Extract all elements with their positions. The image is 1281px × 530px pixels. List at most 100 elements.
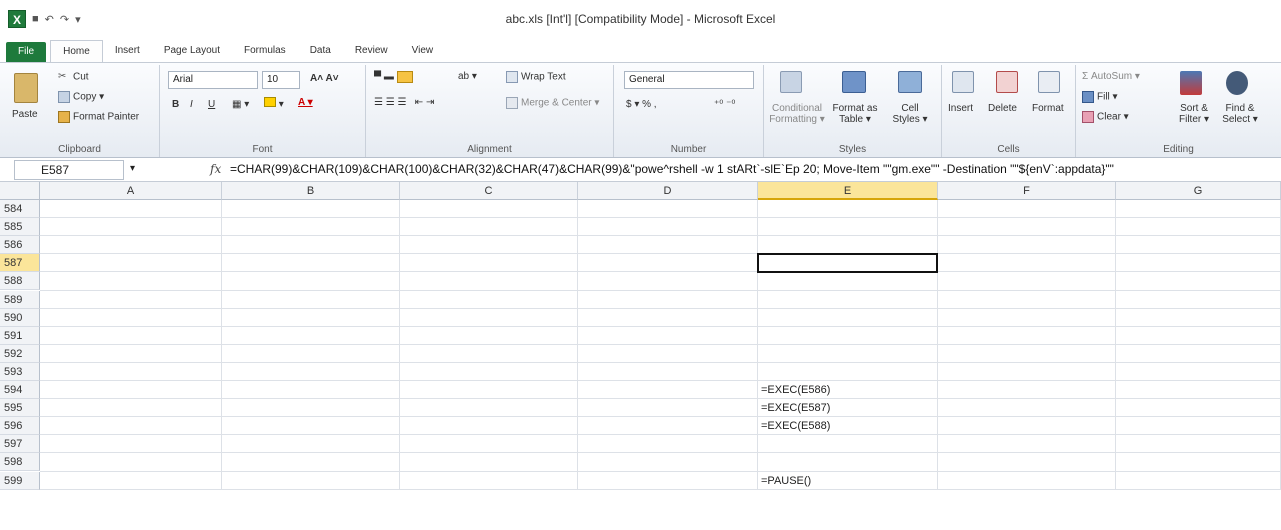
fill-button[interactable]: Fill ▾ xyxy=(1082,91,1118,103)
spreadsheet-grid[interactable]: A B C D E F G 584 585 586 587 588 589 590 591 592 593 594… xyxy=(0,182,1281,530)
fill-down-icon xyxy=(1082,91,1094,103)
ribbon: Paste ✂ Cut Copy ▾ Format Painter Clipboa… xyxy=(0,62,1281,158)
row-header-584[interactable]: 584 xyxy=(0,200,40,218)
group-styles: Conditional Formatting ▾ Format as Table… xyxy=(764,65,942,157)
group-alignment: ▀ ▬ ab ▾ Wrap Text ☰ ☰ ☰ ⇤ ⇥ Merge & Cen… xyxy=(366,65,614,157)
decimal-buttons[interactable]: ⁺⁰ ⁻⁰ xyxy=(714,99,735,110)
row-header-597[interactable]: 597 xyxy=(0,435,40,454)
underline-button[interactable]: U xyxy=(208,99,215,110)
bold-button[interactable]: B xyxy=(172,99,179,110)
row-header-587[interactable]: 587 xyxy=(0,254,40,273)
name-box[interactable]: E587 xyxy=(14,160,124,180)
row-header-598[interactable]: 598 xyxy=(0,453,40,472)
grow-font-icon[interactable]: A˄ A˅ xyxy=(310,73,339,84)
editing-group-label: Editing xyxy=(1163,144,1194,155)
select-all-corner[interactable] xyxy=(0,182,40,200)
row-header-593[interactable]: 593 xyxy=(0,362,40,381)
tab-home[interactable]: Home xyxy=(50,40,103,62)
number-format-combo[interactable]: General xyxy=(624,71,754,89)
paste-icon[interactable] xyxy=(14,73,38,103)
gridline-horizontal xyxy=(40,271,1281,273)
row-header-595[interactable]: 595 xyxy=(0,399,40,418)
tab-page-layout[interactable]: Page Layout xyxy=(152,40,232,62)
column-header-g[interactable]: G xyxy=(1116,182,1281,200)
column-header-e[interactable]: E xyxy=(758,182,938,200)
cell-e594[interactable]: =EXEC(E586) xyxy=(758,381,938,399)
conditional-formatting-icon[interactable] xyxy=(780,71,802,93)
clear-button[interactable]: Clear ▾ xyxy=(1082,111,1129,123)
delete-button[interactable]: Delete xyxy=(988,103,1017,114)
tab-view[interactable]: View xyxy=(400,40,446,62)
delete-cells-icon[interactable] xyxy=(996,71,1018,93)
row-header-592[interactable]: 592 xyxy=(0,344,40,363)
tab-insert[interactable]: Insert xyxy=(103,40,152,62)
gridline-horizontal xyxy=(40,380,1281,381)
wrap-text-button[interactable]: Wrap Text xyxy=(506,71,566,83)
format-as-table-button[interactable]: Format as Table ▾ xyxy=(828,103,882,125)
tab-file[interactable]: File xyxy=(6,42,47,62)
tab-review[interactable]: Review xyxy=(343,40,400,62)
format-painter-button[interactable]: Format Painter xyxy=(58,111,139,123)
orientation-icon[interactable]: ab ▾ xyxy=(458,71,477,82)
align-top-icon[interactable]: ▀ ▬ xyxy=(374,71,413,83)
format-cells-icon[interactable] xyxy=(1038,71,1060,93)
clipboard-group-label: Clipboard xyxy=(58,144,101,155)
column-header-b[interactable]: B xyxy=(222,182,400,200)
autosum-button[interactable]: Σ AutoSum ▾ xyxy=(1082,71,1140,82)
currency-button[interactable]: $ ▾ % , xyxy=(626,99,657,110)
tab-formulas[interactable]: Formulas xyxy=(232,40,298,62)
row-header-591[interactable]: 591 xyxy=(0,326,40,345)
format-button[interactable]: Format xyxy=(1032,103,1064,114)
row-header-594[interactable]: 594 xyxy=(0,381,40,399)
column-header-d[interactable]: D xyxy=(578,182,758,200)
find-select-icon[interactable] xyxy=(1226,71,1248,95)
font-color-icon[interactable]: A ▾ xyxy=(298,97,313,108)
number-group-label: Number xyxy=(670,144,707,155)
insert-function-icon[interactable]: fx xyxy=(210,162,221,176)
fill-label: Fill ▾ xyxy=(1097,91,1118,103)
row-header-589[interactable]: 589 xyxy=(0,290,40,309)
cell-styles-button[interactable]: Cell Styles ▾ xyxy=(884,103,936,125)
active-cell-selection[interactable] xyxy=(757,253,938,274)
row-header-586[interactable]: 586 xyxy=(0,236,40,255)
column-header-a[interactable]: A xyxy=(40,182,222,200)
cell-e595[interactable]: =EXEC(E587) xyxy=(758,399,938,417)
fill-color-icon[interactable]: ▾ xyxy=(264,97,284,110)
sort-filter-icon[interactable] xyxy=(1180,71,1202,95)
row-header-599[interactable]: 599 xyxy=(0,471,40,490)
insert-button[interactable]: Insert xyxy=(948,103,973,114)
find-select-button[interactable]: Find & Select ▾ xyxy=(1218,103,1262,125)
row-header-585[interactable]: 585 xyxy=(0,218,40,237)
column-header-c[interactable]: C xyxy=(400,182,578,200)
align-text-icons[interactable]: ☰ ☰ ☰ ⇤ ⇥ xyxy=(374,97,434,108)
format-as-table-icon[interactable] xyxy=(842,71,866,93)
row-header-596[interactable]: 596 xyxy=(0,417,40,436)
gridline-horizontal xyxy=(40,361,1281,363)
eraser-icon xyxy=(1082,111,1094,123)
italic-button[interactable]: I xyxy=(190,99,193,110)
conditional-formatting-button[interactable]: Conditional Formatting ▾ xyxy=(768,103,826,125)
merge-center-button[interactable]: Merge & Center ▾ xyxy=(506,97,599,109)
formula-input[interactable]: =CHAR(99)&CHAR(109)&CHAR(100)&CHAR(32)&C… xyxy=(230,162,1280,176)
cell-styles-icon[interactable] xyxy=(898,71,922,93)
cut-label: Cut xyxy=(73,71,89,83)
name-box-dropdown-icon[interactable]: ▾ xyxy=(130,163,135,174)
font-name-combo[interactable]: Arial xyxy=(168,71,258,89)
cut-button[interactable]: ✂ Cut xyxy=(58,71,89,83)
cell-e599[interactable]: =PAUSE() xyxy=(758,472,938,490)
gridline-horizontal xyxy=(40,488,1281,490)
row-header-590[interactable]: 590 xyxy=(0,308,40,327)
sort-filter-button[interactable]: Sort & Filter ▾ xyxy=(1172,103,1216,125)
column-header-f[interactable]: F xyxy=(938,182,1116,200)
insert-cells-icon[interactable] xyxy=(952,71,974,93)
title-bar: X ■ ↶ ↷ ▾ abc.xls [Int'l] [Compatibility… xyxy=(0,0,1281,38)
row-header-588[interactable]: 588 xyxy=(0,272,40,291)
tab-data[interactable]: Data xyxy=(298,40,343,62)
font-size-combo[interactable]: 10 xyxy=(262,71,300,89)
gridline-vertical xyxy=(937,200,938,490)
gridline-horizontal xyxy=(40,253,1281,255)
borders-icon[interactable]: ▦ ▾ xyxy=(232,99,249,110)
copy-button[interactable]: Copy ▾ xyxy=(58,91,104,103)
cell-e596[interactable]: =EXEC(E588) xyxy=(758,417,938,435)
paste-button[interactable]: Paste xyxy=(12,109,38,120)
